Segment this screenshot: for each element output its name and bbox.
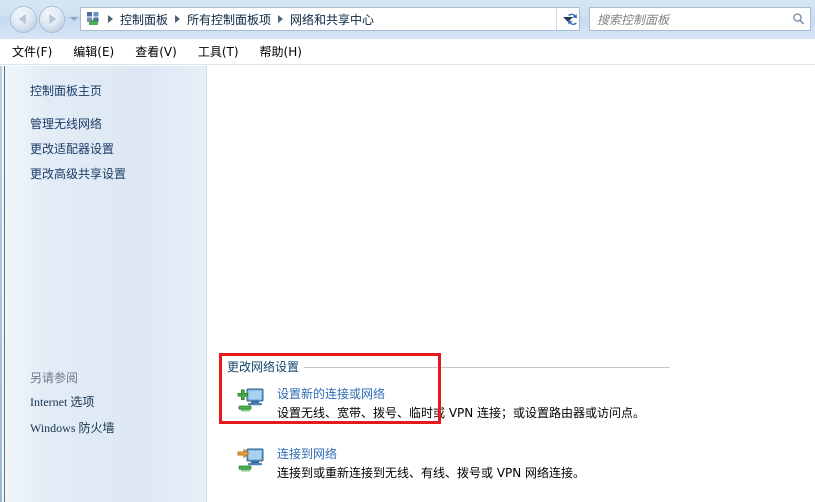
new-connection-icon <box>235 384 267 416</box>
scrollbar-thumb[interactable] <box>801 66 814 76</box>
connect-network-icon <box>235 444 267 476</box>
recent-locations-chevron-down-icon[interactable] <box>70 17 78 21</box>
breadcrumb-chevron-icon <box>108 15 113 23</box>
breadcrumb: 控制面板 所有控制面板项 网络和共享中心 <box>103 10 556 29</box>
refresh-button[interactable] <box>561 8 583 30</box>
task-description-set-up-new-connection: 设置无线、宽带、拨号、临时或 VPN 连接；或设置路由器或访问点。 <box>277 406 646 420</box>
forward-button[interactable] <box>38 5 65 33</box>
menu-help[interactable]: 帮助(H) <box>259 41 303 62</box>
sidebar-item-change-adapter-settings[interactable]: 更改适配器设置 <box>30 142 114 156</box>
address-bar[interactable]: 控制面板 所有控制面板项 网络和共享中心 <box>80 7 580 31</box>
section-heading-change-network-settings: 更改网络设置 <box>227 358 305 375</box>
navigation-buttons <box>10 5 78 33</box>
forward-arrow-icon <box>48 14 56 24</box>
task-description-connect-to-network: 连接到或重新连接到无线、有线、拨号或 VPN 网络连接。 <box>277 466 586 480</box>
sidebar-item-windows-firewall[interactable]: Windows 防火墙 <box>30 419 115 436</box>
search-input[interactable]: 搜索控制面板 <box>590 11 669 28</box>
menu-bar: 文件(F) 编辑(E) 查看(V) 工具(T) 帮助(H) <box>0 39 815 65</box>
breadcrumb-chevron-icon <box>278 15 284 23</box>
sidebar: 控制面板主页 管理无线网络 更改适配器设置 更改高级共享设置 另请参阅 Inte… <box>0 66 207 502</box>
sidebar-item-internet-options[interactable]: Internet 选项 <box>30 393 94 410</box>
sidebar-item-control-panel-home[interactable]: 控制面板主页 <box>30 84 102 98</box>
breadcrumb-item-control-panel[interactable]: 控制面板 <box>116 10 172 29</box>
task-title-set-up-new-connection[interactable]: 设置新的连接或网络 <box>277 385 385 402</box>
control-panel-icon <box>85 11 103 27</box>
menu-file[interactable]: 文件(F) <box>11 41 53 62</box>
refresh-icon <box>567 13 577 25</box>
address-toolbar: 控制面板 所有控制面板项 网络和共享中心 搜索控制面板 <box>0 0 815 39</box>
back-button[interactable] <box>10 5 37 33</box>
breadcrumb-item-network-sharing-center[interactable]: 网络和共享中心 <box>286 10 378 29</box>
search-icon <box>792 12 805 29</box>
search-box[interactable]: 搜索控制面板 <box>589 7 811 31</box>
back-arrow-icon <box>19 14 27 24</box>
control-panel-window: 控制面板 所有控制面板项 网络和共享中心 搜索控制面板 文件(F) 编辑(E) … <box>0 0 815 502</box>
sidebar-see-also-heading: 另请参阅 <box>30 371 79 385</box>
sidebar-item-manage-wireless-networks[interactable]: 管理无线网络 <box>30 117 102 131</box>
breadcrumb-item-all-items[interactable]: 所有控制面板项 <box>183 10 275 29</box>
main-content: 更改网络设置 设置新的连接或网络 设置无线、宽带、拨号、临时或 VPN 连接；或… <box>208 66 815 502</box>
vertical-scrollbar[interactable] <box>799 66 815 502</box>
task-title-connect-to-network[interactable]: 连接到网络 <box>277 445 337 462</box>
menu-tools[interactable]: 工具(T) <box>197 41 240 62</box>
breadcrumb-chevron-icon <box>175 15 181 23</box>
menu-edit[interactable]: 编辑(E) <box>72 41 115 62</box>
menu-view[interactable]: 查看(V) <box>134 41 178 62</box>
sidebar-item-change-advanced-sharing-settings[interactable]: 更改高级共享设置 <box>30 167 126 181</box>
